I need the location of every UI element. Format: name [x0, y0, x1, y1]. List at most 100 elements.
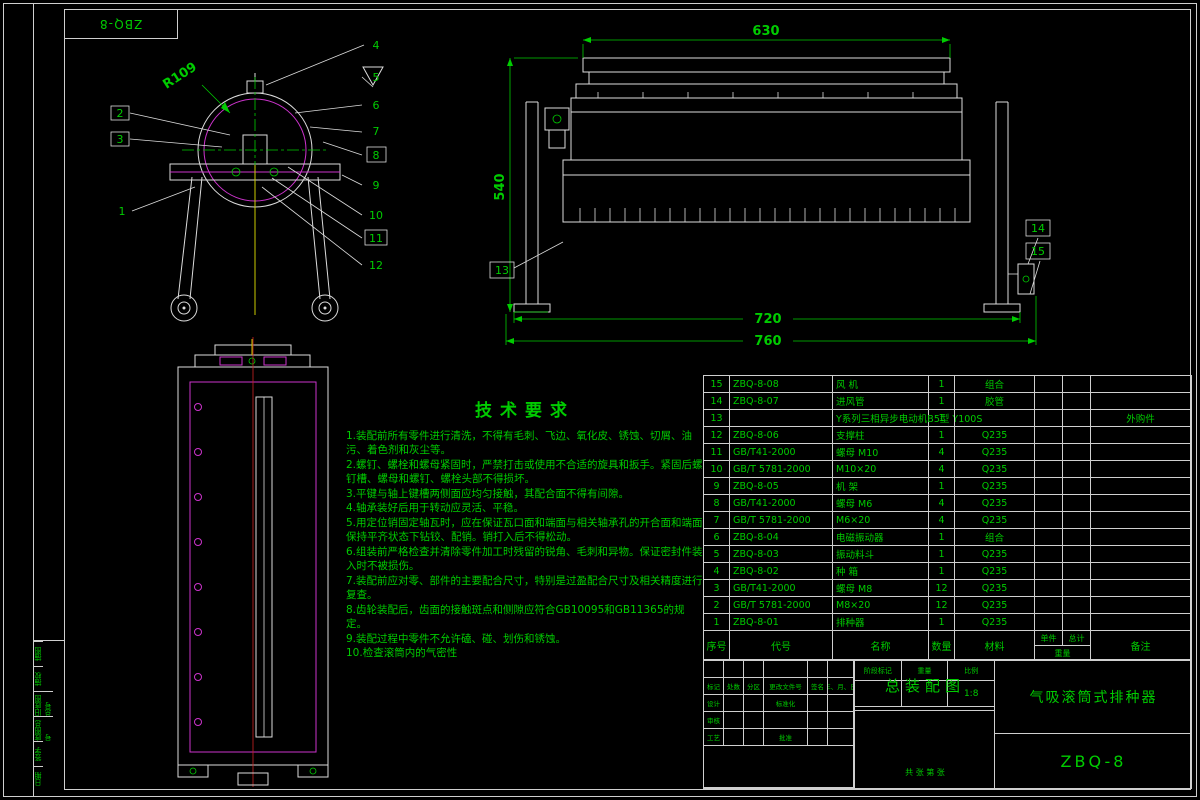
titleblock-cell: 更改文件号: [764, 678, 808, 695]
bom-cell-qty: 4: [929, 444, 955, 461]
bom-cell-code: ZBQ-8-01: [730, 614, 833, 631]
tech-requirement-item: 8.齿轮装配后，齿面的接触斑点和侧隙应符合GB10095和GB11365的规定。: [346, 603, 685, 631]
bom-cell-qty: 1: [929, 393, 955, 410]
bom-cell-unit: [1035, 427, 1063, 444]
titleblock-cell: [764, 661, 808, 678]
bom-header-seq: 序号: [704, 631, 730, 661]
plan-view-drawing: [177, 337, 329, 787]
product-name: 气吸滚筒式排种器: [995, 661, 1192, 734]
titleblock-cell: [808, 712, 828, 729]
bom-cell-unit: [1035, 614, 1063, 631]
titleblock-cell: [724, 695, 744, 712]
bom-cell-material: Q235: [955, 546, 1035, 563]
titleblock-cell: [828, 712, 854, 729]
bom-cell-total: [1063, 546, 1091, 563]
dimension-540: 540: [493, 173, 508, 200]
titleblock-cell: 标准化: [764, 695, 808, 712]
bom-cell-code: ZBQ-8-03: [730, 546, 833, 563]
bom-cell-remark: [1091, 614, 1191, 631]
titleblock-cell: 签名: [808, 678, 828, 695]
bom-cell-seq: 12: [704, 427, 730, 444]
bom-cell-unit: [1035, 393, 1063, 410]
titleblock-cell: 审核: [704, 712, 724, 729]
bom-cell-total: [1063, 410, 1091, 427]
titleblock-cell: [808, 695, 828, 712]
bom-cell-code: ZBQ-8-06: [730, 427, 833, 444]
bom-cell-unit: [1035, 580, 1063, 597]
bom-cell-total: [1063, 614, 1091, 631]
bom-cell-qty: 1: [929, 478, 955, 495]
tech-requirement-item: 4.轴承装好后用于转动应灵活、平稳。: [346, 502, 525, 515]
titleblock-cell: [704, 746, 854, 788]
bom-cell-code: GB/T41-2000: [730, 580, 833, 597]
bom-cell-material: 组合: [955, 529, 1035, 546]
bom-cell-remark: [1091, 427, 1191, 444]
bom-cell-name: M8×20: [833, 597, 929, 614]
bom-cell-code: [730, 410, 833, 427]
bom-cell-remark: [1091, 512, 1191, 529]
bom-cell-seq: 5: [704, 546, 730, 563]
bom-cell-total: [1063, 512, 1091, 529]
titleblock-cell: 设计: [704, 695, 724, 712]
bom-cell-name: 电磁振动器: [833, 529, 929, 546]
titleblock-cell: 工艺: [704, 729, 724, 746]
bom-cell-remark: [1091, 478, 1191, 495]
bom-cell-qty: 1: [929, 529, 955, 546]
bom-header-code: 代号: [730, 631, 833, 661]
bom-cell-material: Q235: [955, 461, 1035, 478]
bom-cell-qty: 1: [929, 427, 955, 444]
bom-cell-name: 螺母 M8: [833, 580, 929, 597]
titleblock-cell: 分区: [744, 678, 764, 695]
tech-requirement-item: 6.组装前严格检查并清除零件加工时残留的锐角、毛刺和异物。保证密封件装入时不被损…: [346, 545, 703, 573]
bom-cell-name: 螺母 M10: [833, 444, 929, 461]
bom-cell-total: [1063, 529, 1091, 546]
dimension-630: 630: [752, 24, 779, 39]
bom-cell-name: 机 架: [833, 478, 929, 495]
front-view-drawing: 630 540 720 760 13 14 15: [489, 24, 1051, 349]
bom-cell-seq: 14: [704, 393, 730, 410]
bom-cell-code: ZBQ-8-05: [730, 478, 833, 495]
titleblock-cell: [828, 695, 854, 712]
bom-cell-total: [1063, 478, 1091, 495]
titleblock-cell: 处数: [724, 678, 744, 695]
bom-cell-unit: [1035, 410, 1063, 427]
bom-cell-name: M10×20: [833, 461, 929, 478]
part-callout: 3: [117, 133, 124, 146]
bom-cell-seq: 11: [704, 444, 730, 461]
titleblock-cell: [704, 661, 724, 678]
bom-cell-code: GB/T 5781-2000: [730, 512, 833, 529]
part-callout: 5: [373, 71, 380, 84]
part-callout: 6: [373, 99, 380, 112]
bom-cell-name: Y系列三相异步电动机B5型 Y100S: [833, 410, 982, 427]
technical-requirements-title: 技术要求: [475, 401, 575, 421]
bom-cell-remark: [1091, 461, 1191, 478]
bom-cell-material: Q235: [955, 614, 1035, 631]
bom-cell-remark: [1091, 546, 1191, 563]
bom-cell-code: GB/T41-2000: [730, 495, 833, 512]
bom-cell-code: ZBQ-8-04: [730, 529, 833, 546]
bom-cell-remark: [1091, 376, 1191, 393]
part-callout: 15: [1031, 245, 1045, 258]
tech-requirement-item: 7.装配前应对零、部件的主要配合尺寸，特别是过盈配合尺寸及相关精度进行复查。: [346, 574, 703, 602]
bom-cell-seq: 2: [704, 597, 730, 614]
bom-cell-seq: 7: [704, 512, 730, 529]
bom-cell-qty: 12: [929, 597, 955, 614]
margin-cell: 描图: [33, 641, 43, 666]
bom-cell-unit: [1035, 495, 1063, 512]
titleblock-cell: [724, 661, 744, 678]
bom-cell-material: Q235: [955, 444, 1035, 461]
sheet-count: 共 张 第 张: [905, 768, 945, 777]
title-block: 标记处数分区更改文件号签名年、月、日设计 标准化审核工艺 批准 总装配图 阶段标记 …: [703, 660, 1192, 789]
titleblock-cell: 年、月、日: [828, 678, 854, 695]
part-callout: 10: [369, 209, 383, 222]
titleblock-cell: [744, 661, 764, 678]
bom-cell-qty: 1: [929, 614, 955, 631]
bom-cell-remark: [1091, 393, 1191, 410]
bom-cell-total: [1063, 427, 1091, 444]
dimension-720: 720: [754, 312, 781, 327]
bom-cell-name: M6×20: [833, 512, 929, 529]
titleblock-cell: [764, 712, 808, 729]
bom-cell-name: 种 箱: [833, 563, 929, 580]
margin-cell: 底图总号: [33, 716, 53, 741]
bom-header-material: 材料: [955, 631, 1035, 661]
